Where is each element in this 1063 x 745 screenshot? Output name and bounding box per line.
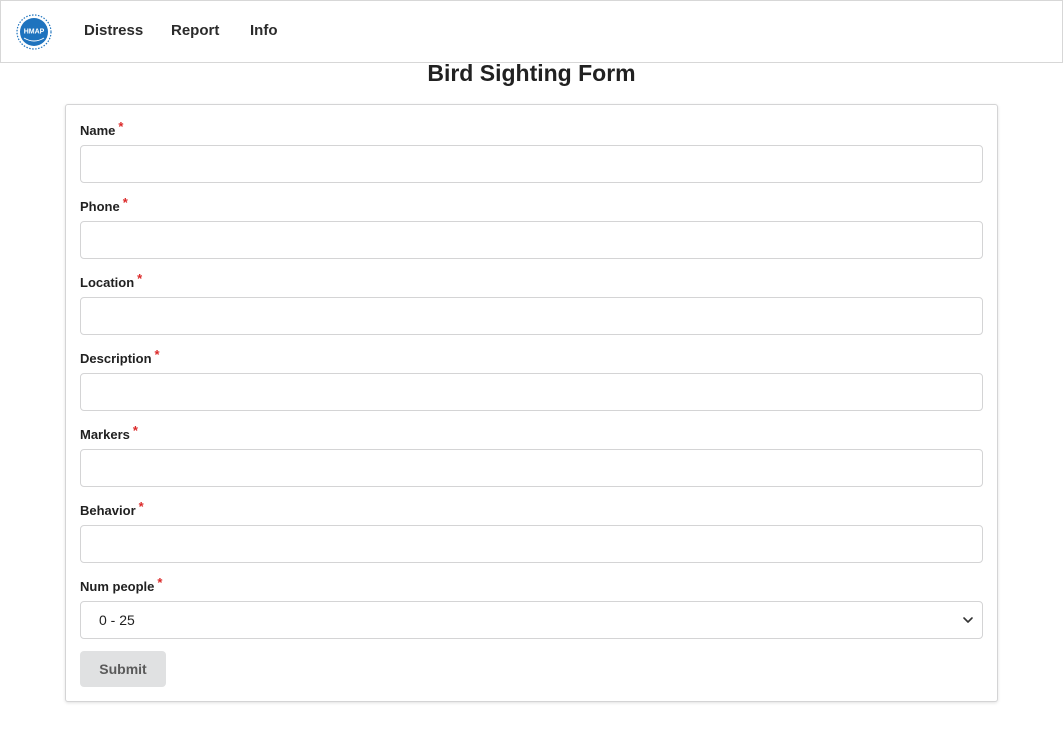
nav-link-info[interactable]: Info <box>250 22 278 39</box>
phone-label: Phone <box>80 199 120 214</box>
markers-input[interactable] <box>80 449 983 487</box>
location-label: Location <box>80 275 135 290</box>
behavior-field: Behavior * <box>80 499 983 563</box>
logo-text: HMAP <box>24 29 45 36</box>
hmap-logo[interactable]: HMAP <box>16 14 52 50</box>
required-marker: * <box>118 119 124 134</box>
chevron-down-icon <box>963 617 973 623</box>
submit-button[interactable]: Submit <box>80 651 166 687</box>
phone-field: Phone * <box>80 195 983 259</box>
behavior-input[interactable] <box>80 525 983 563</box>
num-people-selected-value: 0 - 25 <box>99 612 135 628</box>
nav-link-distress[interactable]: Distress <box>84 22 143 39</box>
num-people-field: Num people * 0 - 25 <box>80 575 983 639</box>
description-input[interactable] <box>80 373 983 411</box>
required-marker: * <box>154 347 160 362</box>
nav-link-report[interactable]: Report <box>171 22 219 39</box>
top-navbar: HMAP Distress Report Info <box>0 0 1063 63</box>
required-marker: * <box>122 195 128 210</box>
name-label: Name <box>80 123 116 138</box>
name-input[interactable] <box>80 145 983 183</box>
markers-field: Markers * <box>80 423 983 487</box>
required-marker: * <box>138 499 144 514</box>
required-marker: * <box>137 271 143 286</box>
behavior-label: Behavior <box>80 503 136 518</box>
name-field: Name * <box>80 119 983 183</box>
num-people-label: Num people <box>80 579 155 594</box>
description-label: Description <box>80 351 152 366</box>
location-input[interactable] <box>80 297 983 335</box>
description-field: Description * <box>80 347 983 411</box>
sighting-form-card: Name * Phone * Location * Description * Mark… <box>65 104 998 702</box>
markers-label: Markers <box>80 427 130 442</box>
location-field: Location * <box>80 271 983 335</box>
phone-input[interactable] <box>80 221 983 259</box>
required-marker: * <box>157 575 163 590</box>
required-marker: * <box>132 423 138 438</box>
page-title: Bird Sighting Form <box>427 60 636 86</box>
num-people-select[interactable]: 0 - 25 <box>80 601 983 639</box>
